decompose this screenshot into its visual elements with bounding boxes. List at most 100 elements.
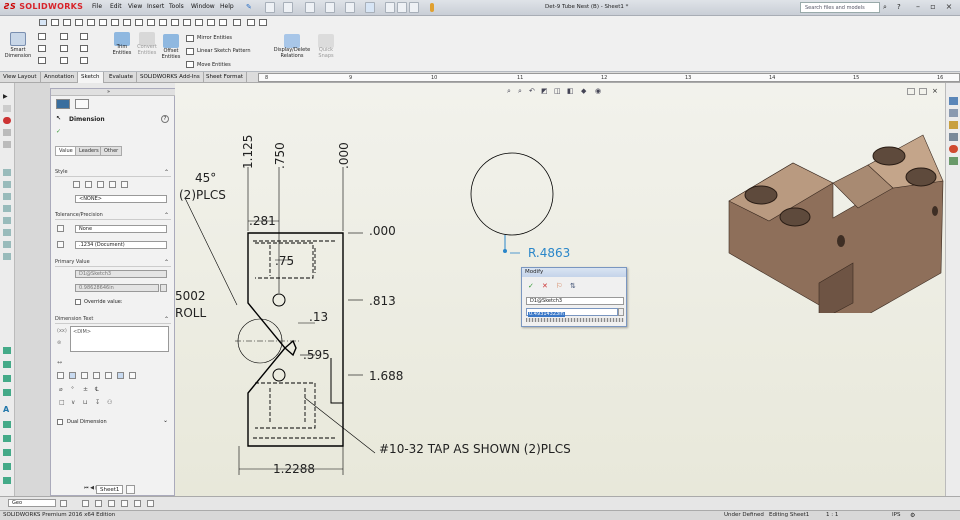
broken-view-icon[interactable]	[123, 19, 131, 26]
hide-show-edges-icon[interactable]	[121, 500, 128, 507]
annotation-tool-icon[interactable]	[3, 389, 11, 396]
isometric-part-view[interactable]	[723, 113, 945, 313]
select-tool-icon[interactable]	[39, 19, 47, 26]
fillet-icon[interactable]	[60, 57, 68, 64]
crop-icon[interactable]	[111, 19, 119, 26]
line-format-icon[interactable]	[147, 500, 154, 507]
chevron-up-icon[interactable]: ⌃	[164, 316, 169, 323]
select-icon[interactable]	[365, 2, 375, 13]
home-icon[interactable]	[265, 2, 275, 13]
style-add-icon[interactable]	[85, 181, 92, 188]
wrench-icon[interactable]	[233, 19, 241, 26]
modify-value-input[interactable]: 0.49314323in	[526, 308, 618, 317]
precision-dropdown[interactable]: .1234 (Document)	[75, 241, 167, 249]
pin-icon[interactable]: ✎	[246, 3, 252, 11]
arrows-icon[interactable]: ↔	[57, 359, 62, 366]
dual-dimension-checkbox[interactable]	[57, 419, 63, 425]
rebuild-traffic-icon[interactable]: ⚐	[556, 282, 562, 290]
value-spinner[interactable]	[160, 284, 167, 292]
square-symbol-icon[interactable]: □	[59, 399, 65, 406]
mirror-entities-button[interactable]: Mirror Entities	[197, 35, 232, 41]
tolerance-dropdown[interactable]: None	[75, 225, 167, 233]
style-load-icon[interactable]	[121, 181, 128, 188]
quick-tips-icon[interactable]: ⚙	[910, 511, 915, 520]
help-icon[interactable]: ?	[897, 3, 901, 11]
equal-icon[interactable]	[259, 19, 267, 26]
slot-icon[interactable]	[60, 45, 68, 52]
chain-icon[interactable]	[159, 19, 167, 26]
dimension-text-section[interactable]: Dimension Text ⌃	[55, 316, 171, 324]
sketch-tool-icon[interactable]	[3, 193, 11, 200]
override-value-checkbox[interactable]	[75, 299, 81, 305]
menu-view[interactable]: View	[128, 3, 142, 10]
polygon-icon[interactable]	[38, 57, 46, 64]
primary-value-name-field[interactable]: D1@Sketch3	[75, 270, 167, 278]
menu-edit[interactable]: Edit	[110, 3, 122, 10]
annotation-tool-icon[interactable]	[3, 375, 11, 382]
modify-thumbwheel[interactable]	[526, 318, 624, 322]
print-icon[interactable]	[325, 2, 335, 13]
chevron-up-icon[interactable]: ⌃	[164, 212, 169, 219]
line-icon[interactable]	[38, 33, 46, 40]
grid-icon[interactable]	[51, 19, 59, 26]
menu-tools[interactable]: Tools	[169, 3, 184, 10]
dim-text-link-icon[interactable]: ⊜	[57, 340, 61, 346]
depth-symbol-icon[interactable]: ↧	[95, 399, 100, 406]
annotation-tool-icon[interactable]	[3, 463, 11, 470]
tab-view-layout[interactable]: View Layout	[0, 72, 41, 83]
tab-annotation[interactable]: Annotation	[41, 72, 79, 83]
modify-spinner[interactable]	[618, 308, 624, 316]
dim-text-parens-icon[interactable]: (xx)	[57, 328, 67, 334]
annotation-tool-icon[interactable]	[3, 449, 11, 456]
sketch-tool-icon[interactable]	[3, 229, 11, 236]
restore-icon[interactable]: ▫	[927, 2, 939, 13]
unit-system[interactable]: IPS	[892, 511, 900, 520]
menu-insert[interactable]: Insert	[147, 3, 164, 10]
chevron-down-icon[interactable]: ⌄	[163, 417, 168, 424]
counterbore-symbol-icon[interactable]: ⊔	[83, 399, 88, 406]
modify-name-field[interactable]: D1@Sketch3	[526, 297, 624, 305]
annotation-tool-icon[interactable]	[3, 435, 11, 442]
ok-icon[interactable]: ✓	[56, 128, 61, 135]
sketch-tool-icon[interactable]	[3, 169, 11, 176]
dim-13[interactable]: .13	[309, 310, 328, 324]
view-icon[interactable]	[75, 19, 83, 26]
chevron-up-icon[interactable]: ⌃	[164, 169, 169, 176]
mirror-entities-icon[interactable]	[186, 35, 194, 42]
tab-sketch[interactable]: Sketch	[78, 72, 104, 83]
curve-icon[interactable]	[219, 19, 227, 26]
spline-icon[interactable]	[80, 33, 88, 40]
style-section[interactable]: Style ⌃	[55, 169, 171, 177]
move-entities-icon[interactable]	[186, 61, 194, 68]
note-icon[interactable]: A	[3, 405, 11, 414]
color-display-icon[interactable]	[134, 500, 141, 507]
appearances-icon[interactable]	[949, 145, 958, 153]
tab-value[interactable]: Value	[55, 146, 77, 156]
file-properties-icon[interactable]	[397, 2, 407, 13]
smart-dimension-button[interactable]: Smart Dimension	[2, 47, 34, 59]
align-top-icon[interactable]	[93, 372, 100, 379]
offset-entities-icon[interactable]	[163, 34, 179, 48]
plus-minus-symbol-icon[interactable]: ±	[83, 386, 88, 393]
dim-000-horizontal[interactable]: .000	[369, 224, 396, 238]
view-palette-icon[interactable]	[949, 133, 958, 141]
cancel-icon[interactable]: ✕	[542, 282, 548, 290]
linear-pattern-icon[interactable]	[186, 48, 194, 55]
quick-snaps-button[interactable]: Quick Snaps	[314, 47, 338, 59]
reverse-icon[interactable]: ⇅	[570, 282, 576, 290]
align-middle-icon[interactable]	[105, 372, 112, 379]
annotation-tool-icon[interactable]	[3, 477, 11, 484]
file-explorer-icon[interactable]	[949, 121, 958, 129]
move-entities-button[interactable]: Move Entities	[197, 62, 231, 68]
style-dropdown[interactable]: <NONE>	[75, 195, 167, 203]
relations-icon[interactable]	[284, 34, 300, 48]
dim-12288[interactable]: 1.2288	[273, 462, 315, 476]
minimize-icon[interactable]: –	[912, 2, 924, 13]
style-apply-icon[interactable]	[73, 181, 80, 188]
layer-properties-icon[interactable]	[60, 500, 67, 507]
dimension-text-box[interactable]: <DIM>	[70, 326, 169, 352]
record-icon[interactable]	[3, 117, 11, 124]
dim-1125[interactable]: 1.125	[241, 135, 255, 169]
line-thickness-icon[interactable]	[95, 500, 102, 507]
point-icon[interactable]	[195, 19, 203, 26]
